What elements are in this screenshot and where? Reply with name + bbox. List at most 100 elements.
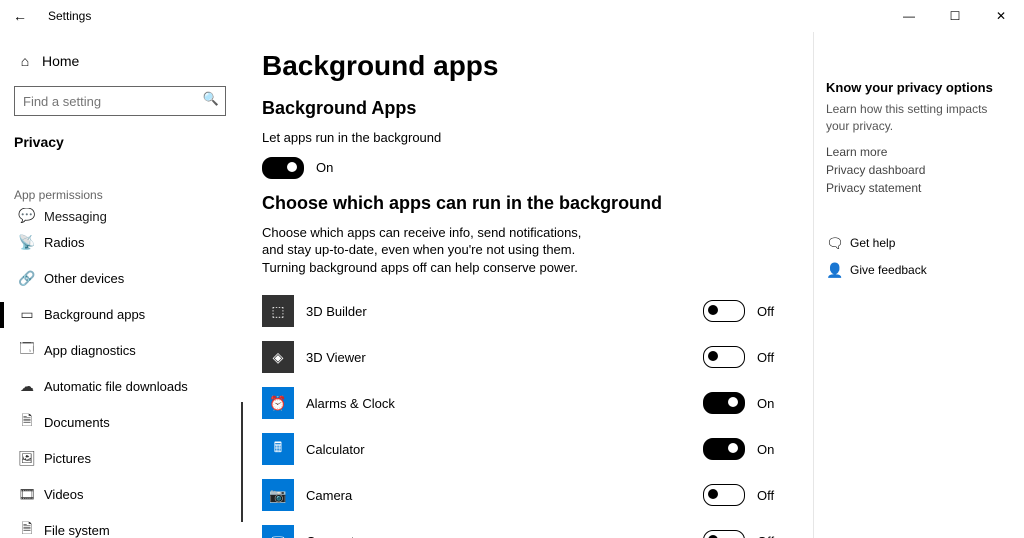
app-toggle[interactable] <box>703 530 745 538</box>
app-toggle-wrap: On <box>703 438 793 460</box>
other-devices-icon: 🔗 <box>16 270 38 287</box>
pictures-icon: 🖼 <box>16 450 38 467</box>
radios-icon: 📡 <box>16 234 38 251</box>
app-row: 📷 Camera Off <box>262 472 793 518</box>
sidebar-item-label: Automatic file downloads <box>44 379 188 394</box>
link-learn-more[interactable]: Learn more <box>826 145 1006 159</box>
sidebar-item-label: File system <box>44 523 110 538</box>
get-help-link[interactable]: 🗨 Get help <box>826 235 1006 252</box>
background-apps-icon: ▭ <box>16 306 38 323</box>
sidebar-item-background-apps[interactable]: ▭ Background apps <box>14 296 228 332</box>
sidebar-item-label: App diagnostics <box>44 343 136 358</box>
app-toggle-state: On <box>757 442 774 457</box>
master-toggle-row: On <box>262 157 793 179</box>
sidebar-item-messaging[interactable]: 💬 Messaging <box>14 208 228 224</box>
scroll-indicator[interactable] <box>241 402 243 522</box>
connect-icon: 🖵 <box>262 525 294 538</box>
calculator-icon: 🖩 <box>262 433 294 465</box>
sidebar-item-label: Radios <box>44 235 84 250</box>
sidebar: ⌂ Home 🔍 Privacy App permissions 💬 Messa… <box>0 32 242 538</box>
sidebar-item-label: Documents <box>44 415 110 430</box>
sidebar-nav: 💬 Messaging 📡 Radios 🔗 Other devices ▭ B… <box>14 208 228 538</box>
sidebar-item-videos[interactable]: 🎞 Videos <box>14 476 228 512</box>
sidebar-item-auto-downloads[interactable]: ☁ Automatic file downloads <box>14 368 228 404</box>
sidebar-item-radios[interactable]: 📡 Radios <box>14 224 228 260</box>
app-toggle-wrap: Off <box>703 484 793 506</box>
sidebar-item-app-diagnostics[interactable]: 🗔 App diagnostics <box>14 332 228 368</box>
link-privacy-dashboard[interactable]: Privacy dashboard <box>826 163 1006 177</box>
sidebar-item-label: Messaging <box>44 209 107 224</box>
3d-viewer-icon: ◈ <box>262 341 294 373</box>
sidebar-category: Privacy <box>14 134 228 150</box>
diagnostics-icon: 🗔 <box>16 338 38 362</box>
documents-icon: 🗎 <box>16 410 38 434</box>
alarms-icon: ⏰ <box>262 387 294 419</box>
master-label: Let apps run in the background <box>262 129 602 147</box>
app-name: Alarms & Clock <box>306 396 506 411</box>
master-toggle-state: On <box>316 160 333 175</box>
sidebar-item-label: Videos <box>44 487 84 502</box>
sidebar-item-documents[interactable]: 🗎 Documents <box>14 404 228 440</box>
sidebar-item-file-system[interactable]: 🗎 File system <box>14 512 228 538</box>
app-name: 3D Viewer <box>306 350 506 365</box>
messaging-icon: 💬 <box>16 208 38 224</box>
close-button[interactable]: ✕ <box>978 0 1024 32</box>
content: Background apps Background Apps Let apps… <box>242 32 814 538</box>
app-row: 🖵 Connect Off <box>262 518 793 538</box>
app-toggle-wrap: Off <box>703 300 793 322</box>
back-button[interactable]: ← <box>0 8 40 24</box>
app-toggle[interactable] <box>703 392 745 414</box>
window-controls: — ☐ ✕ <box>886 0 1024 32</box>
app-toggle-wrap: Off <box>703 530 793 538</box>
sidebar-item-label: Pictures <box>44 451 91 466</box>
app-toggle-state: On <box>757 396 774 411</box>
app-toggle-state: Off <box>757 488 774 503</box>
section-heading-2: Choose which apps can run in the backgro… <box>262 193 793 214</box>
search-icon: 🔍 <box>203 91 219 107</box>
section-description: Choose which apps can receive info, send… <box>262 224 602 277</box>
search-box[interactable]: 🔍 <box>14 86 226 116</box>
app-name: Connect <box>306 534 506 538</box>
sidebar-item-label: Other devices <box>44 271 124 286</box>
app-row: ◈ 3D Viewer Off <box>262 334 793 380</box>
give-feedback-link[interactable]: 👤 Give feedback <box>826 262 1006 279</box>
app-toggle-state: Off <box>757 304 774 319</box>
sidebar-item-pictures[interactable]: 🖼 Pictures <box>14 440 228 476</box>
downloads-icon: ☁ <box>16 378 38 395</box>
link-privacy-statement[interactable]: Privacy statement <box>826 181 1006 195</box>
app-name: Camera <box>306 488 506 503</box>
app-toggle-state: Off <box>757 350 774 365</box>
titlebar: ← Settings — ☐ ✕ <box>0 0 1024 32</box>
feedback-icon: 👤 <box>826 262 850 279</box>
master-toggle[interactable] <box>262 157 304 179</box>
app-name: Calculator <box>306 442 506 457</box>
home-label: Home <box>42 53 79 69</box>
filesystem-icon: 🗎 <box>16 518 38 538</box>
camera-icon: 📷 <box>262 479 294 511</box>
app-row: ⬚ 3D Builder Off <box>262 288 793 334</box>
app-toggle[interactable] <box>703 484 745 506</box>
minimize-button[interactable]: — <box>886 0 932 32</box>
section-heading: Background Apps <box>262 98 793 119</box>
privacy-heading: Know your privacy options <box>826 80 1006 95</box>
app-list: ⬚ 3D Builder Off ◈ 3D Viewer Off ⏰ Alarms & Clo… <box>262 288 793 538</box>
app-row: ⏰ Alarms & Clock On <box>262 380 793 426</box>
get-help-label: Get help <box>850 236 895 250</box>
privacy-text: Learn how this setting impacts your priv… <box>826 101 1006 135</box>
sidebar-item-other-devices[interactable]: 🔗 Other devices <box>14 260 228 296</box>
home-icon: ⌂ <box>14 53 36 69</box>
right-sidebar: Know your privacy options Learn how this… <box>814 32 1024 538</box>
window-title: Settings <box>48 9 91 23</box>
app-toggle[interactable] <box>703 300 745 322</box>
help-icon: 🗨 <box>826 235 850 252</box>
app-toggle[interactable] <box>703 438 745 460</box>
app-toggle[interactable] <box>703 346 745 368</box>
give-feedback-label: Give feedback <box>850 263 927 277</box>
maximize-button[interactable]: ☐ <box>932 0 978 32</box>
home-button[interactable]: ⌂ Home <box>14 42 228 80</box>
app-name: 3D Builder <box>306 304 506 319</box>
3d-builder-icon: ⬚ <box>262 295 294 327</box>
app-toggle-state: Off <box>757 534 774 538</box>
sidebar-section-label: App permissions <box>14 188 228 202</box>
search-input[interactable] <box>15 87 211 115</box>
